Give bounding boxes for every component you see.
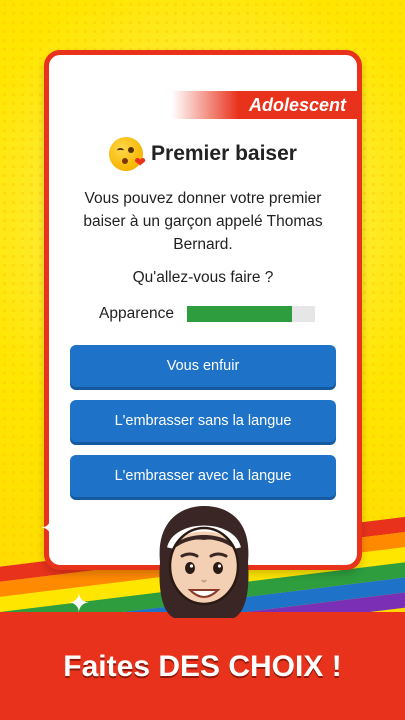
stat-row-apparence: Apparence xyxy=(99,305,315,323)
kissing-face-icon: ❤ xyxy=(109,137,146,171)
event-title-row: ❤ Premier baiser xyxy=(49,137,357,171)
sparkle-icon: ✦ xyxy=(325,518,347,548)
sparkle-icon: ✦ xyxy=(40,513,62,543)
choice-button-run-away[interactable]: Vous enfuir xyxy=(70,345,336,387)
stat-label: Apparence xyxy=(99,305,174,322)
stat-bar-fill xyxy=(187,306,292,322)
event-title: Premier baiser xyxy=(151,142,297,165)
choice-button-kiss-tongue[interactable]: L'embrasser avec la langue xyxy=(70,455,336,497)
promo-slogan: Faites DES CHOIX ! xyxy=(63,650,342,683)
event-card: Adolescent ❤ Premier baiser Vous pouvez … xyxy=(44,50,362,570)
stat-bar xyxy=(187,306,315,322)
avatar xyxy=(142,500,266,624)
stage-banner: Adolescent xyxy=(172,91,362,119)
sparkle-icon: ✦ xyxy=(68,588,90,618)
event-question: Qu'allez-vous faire ? xyxy=(132,269,274,286)
choice-button-kiss-no-tongue[interactable]: L'embrasser sans la langue xyxy=(70,400,336,442)
event-description: Vous pouvez donner votre premier baiser … xyxy=(83,190,323,253)
